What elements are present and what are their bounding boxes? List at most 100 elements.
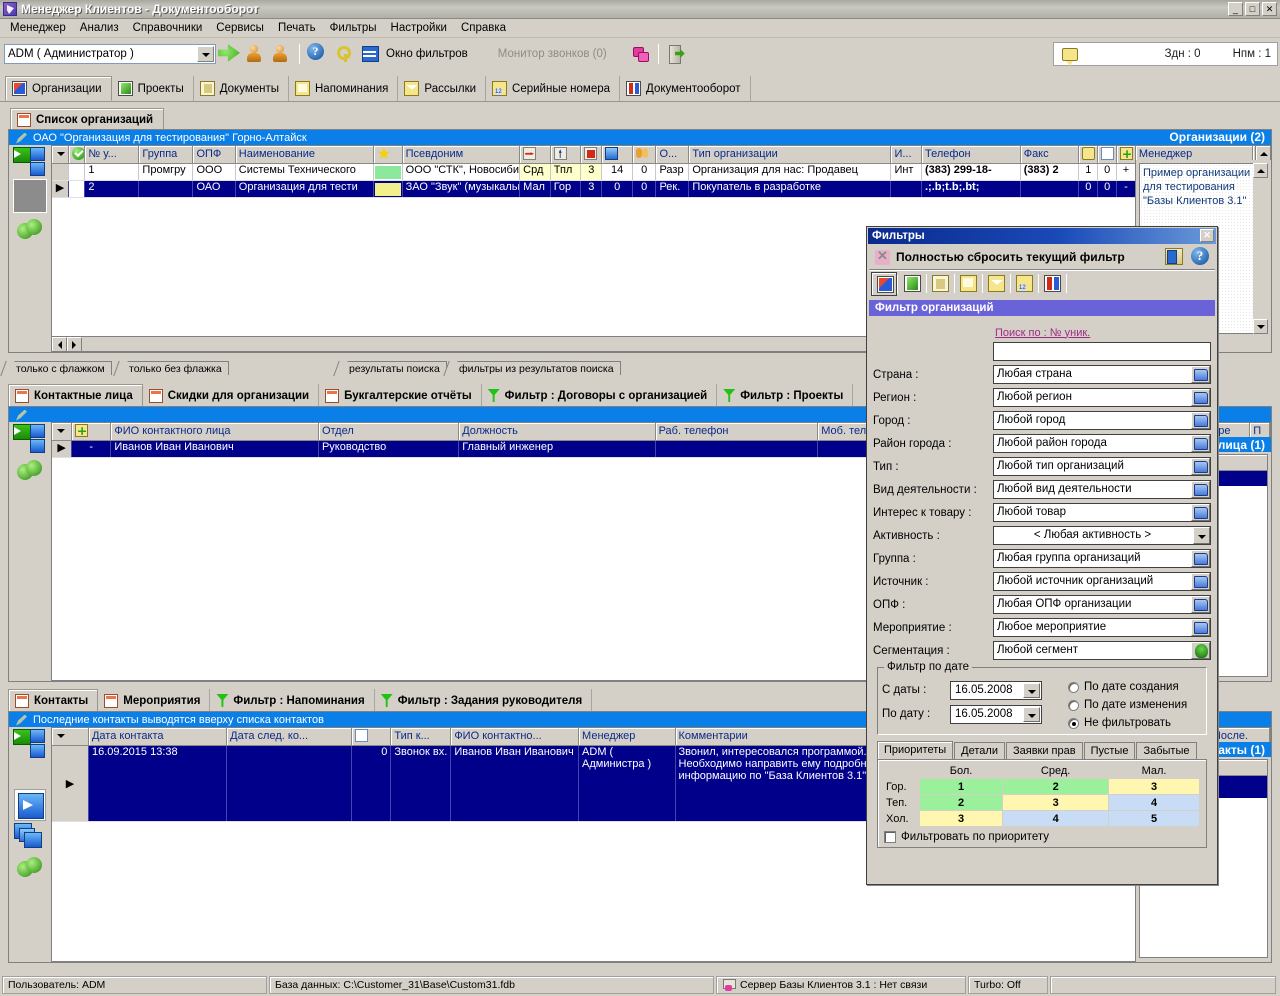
scroll-right-button[interactable]: [67, 337, 82, 352]
tab-filter-projects[interactable]: Фильтр : Проекты: [717, 384, 853, 407]
event-field[interactable]: Любое мероприятие: [993, 618, 1211, 637]
chevron-down-icon[interactable]: [1023, 683, 1040, 698]
region-field[interactable]: Любой регион: [993, 388, 1211, 407]
radio-icon[interactable]: [1068, 682, 1079, 693]
priority-cell[interactable]: 2: [920, 795, 1002, 810]
col-phone[interactable]: Телефон: [922, 146, 1021, 163]
tab-events[interactable]: Мероприятия: [98, 689, 210, 712]
col-contact-type[interactable]: Тип к...: [391, 728, 451, 745]
filter-tab-docflow[interactable]: [1039, 272, 1065, 296]
col-dept[interactable]: Отдел: [318, 423, 458, 440]
tab-contact-persons[interactable]: Контактные лица: [8, 384, 143, 407]
green-arrows-icon[interactable]: [218, 43, 240, 65]
filter-dropdown-icon[interactable]: [55, 729, 68, 742]
filter-tab-mailings[interactable]: [983, 272, 1009, 296]
col-star[interactable]: [374, 146, 402, 163]
region-picker-button[interactable]: [1191, 389, 1210, 406]
col-filter[interactable]: [52, 146, 68, 163]
gray-placeholder-button[interactable]: [13, 179, 47, 213]
col-filter[interactable]: [52, 728, 88, 745]
col-num[interactable]: № у...: [85, 146, 139, 163]
row-checkbox[interactable]: [68, 163, 84, 180]
group-picker-button[interactable]: [1191, 550, 1210, 567]
group-field[interactable]: Любая группа организаций: [993, 549, 1211, 568]
col-doc-flag[interactable]: [352, 728, 391, 745]
filter-dropdown-icon[interactable]: [55, 424, 68, 437]
ptab-details[interactable]: Детали: [954, 742, 1005, 759]
type-field[interactable]: Любой тип организаций: [993, 457, 1211, 476]
radio-no-filter[interactable]: Не фильтровать: [1068, 714, 1187, 732]
exit-door-icon[interactable]: [666, 43, 688, 65]
tab-docflow[interactable]: Документооборот: [620, 76, 750, 101]
tab-accounting-reports[interactable]: Букгалтерские отчёты: [319, 384, 482, 407]
pink-cards-icon[interactable]: [629, 43, 651, 65]
radio-by-creation-date[interactable]: По дате создания: [1068, 678, 1187, 696]
city-picker-button[interactable]: [1191, 412, 1210, 429]
menu-item-directories[interactable]: Справочники: [126, 20, 210, 36]
maximize-button[interactable]: □: [1245, 2, 1260, 16]
col-note[interactable]: [1079, 146, 1098, 163]
col-i[interactable]: И...: [891, 146, 922, 163]
search-input[interactable]: [993, 342, 1211, 361]
col-alias[interactable]: Псевдоним: [402, 146, 520, 163]
table-row[interactable]: ▶ 2 ОАО Организация для тести ЗАО "Звук"…: [52, 180, 1270, 197]
refresh-green-icon[interactable]: [15, 857, 45, 885]
grid-view-button[interactable]: [13, 147, 47, 177]
col-o[interactable]: О...: [656, 146, 689, 163]
table-row[interactable]: 1 Промгру ООО Системы Технического ООО "…: [52, 163, 1270, 180]
grid-view-button[interactable]: [13, 424, 47, 454]
scroll-up-button[interactable]: [1256, 146, 1271, 161]
checkbox-icon[interactable]: [884, 831, 896, 843]
event-picker-button[interactable]: [1191, 619, 1210, 636]
tab-filter-reminders[interactable]: Фильтр : Напоминания: [210, 689, 374, 712]
menu-item-filters[interactable]: Фильтры: [323, 20, 384, 36]
priority-cell[interactable]: 3: [920, 811, 1002, 826]
country-field[interactable]: Любая страна: [993, 365, 1211, 384]
opf-picker-button[interactable]: [1191, 596, 1210, 613]
col-monitor[interactable]: [602, 146, 633, 163]
priority-cell[interactable]: 4: [1109, 795, 1199, 810]
opf-field[interactable]: Любая ОПФ организации: [993, 595, 1211, 614]
filter-window-icon[interactable]: [359, 43, 381, 65]
tab-reminders[interactable]: Напоминания: [289, 76, 398, 101]
menu-item-services[interactable]: Сервисы: [209, 20, 271, 36]
person-edit-icon[interactable]: [270, 43, 292, 65]
activity-kind-picker-button[interactable]: [1191, 481, 1210, 498]
col-group[interactable]: Группа: [139, 146, 193, 163]
row-checkbox[interactable]: [68, 180, 84, 197]
close-icon[interactable]: ✕: [1200, 229, 1214, 242]
source-field[interactable]: Любой источник организаций: [993, 572, 1211, 591]
help-icon[interactable]: ?: [1191, 247, 1209, 265]
tab-discounts[interactable]: Скидки для организации: [143, 384, 319, 407]
refresh-green-icon[interactable]: [15, 219, 45, 247]
col-fax[interactable]: Факс: [1020, 146, 1079, 163]
ptab-forgotten[interactable]: Забытые: [1136, 742, 1196, 759]
priority-cell[interactable]: 4: [1003, 811, 1108, 826]
filter-window-label[interactable]: Окно фильтров: [386, 48, 468, 60]
ftab-without-flag[interactable]: только без флажка: [121, 361, 229, 375]
filters-dialog[interactable]: Фильтры ✕ Полностью сбросить текущий фил…: [866, 226, 1218, 885]
col-filter[interactable]: [52, 423, 72, 440]
filter-tab-organizations[interactable]: [871, 272, 897, 296]
row-expand[interactable]: -: [72, 440, 111, 457]
ftab-search-results[interactable]: результаты поиска: [341, 361, 447, 375]
chevron-down-icon[interactable]: [1023, 707, 1040, 722]
col-plus[interactable]: [1117, 146, 1136, 163]
col-arrow-up[interactable]: [550, 146, 581, 163]
ptab-priorities[interactable]: Приоритеты: [877, 741, 953, 759]
grid-view-button[interactable]: [13, 729, 47, 759]
segmentation-field[interactable]: Любой сегмент: [993, 641, 1211, 660]
ftab-filters-from-search[interactable]: фильтры из результатов поиска: [451, 361, 621, 375]
tab-serial-numbers[interactable]: Серийные номера: [486, 76, 620, 101]
activity-select[interactable]: < Любая активность >: [993, 526, 1211, 545]
filter-by-priority-row[interactable]: Фильтровать по приоритету: [884, 831, 1200, 843]
filter-list-icon[interactable]: [1165, 248, 1183, 265]
col-arrow-right[interactable]: [520, 146, 551, 163]
tab-contacts[interactable]: Контакты: [8, 689, 98, 712]
col-name[interactable]: Наименование: [235, 146, 374, 163]
product-interest-field[interactable]: Любой товар: [993, 503, 1211, 522]
close-button[interactable]: ✕: [1262, 2, 1277, 16]
filter-tab-documents[interactable]: [927, 272, 953, 296]
type-picker-button[interactable]: [1191, 458, 1210, 475]
refresh-green-icon[interactable]: [15, 460, 45, 488]
